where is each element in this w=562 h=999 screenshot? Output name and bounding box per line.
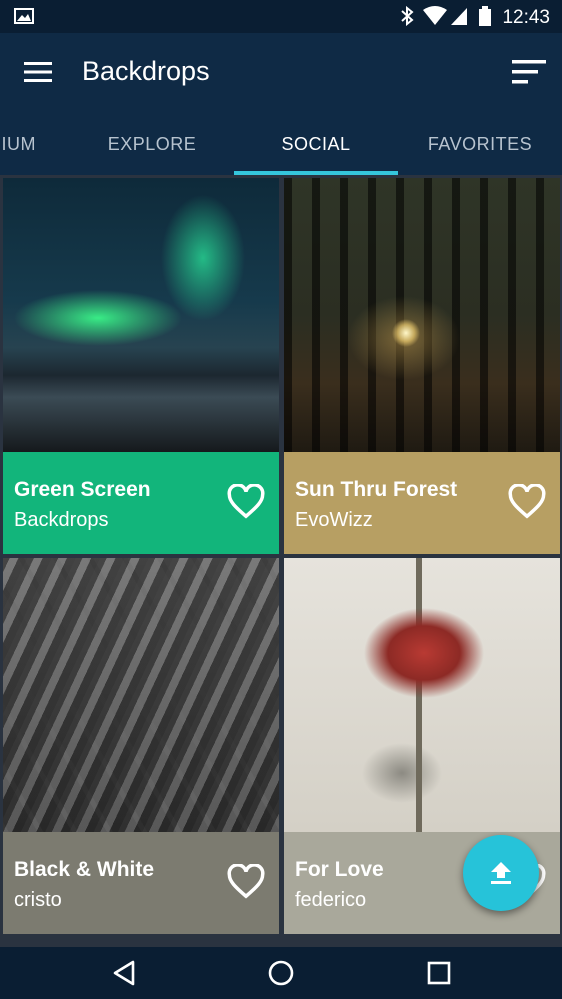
wallpaper-author: cristo bbox=[14, 889, 62, 911]
heart-icon[interactable] bbox=[227, 484, 265, 520]
wallpaper-image bbox=[3, 178, 279, 452]
sort-icon[interactable] bbox=[512, 59, 546, 85]
wallpaper-name: Black & White bbox=[14, 858, 155, 881]
bluetooth-icon bbox=[401, 6, 414, 26]
card-caption: Green Screen Backdrops bbox=[3, 452, 279, 554]
wallpaper-author: Backdrops bbox=[14, 509, 109, 531]
tab-social[interactable]: SOCIAL bbox=[234, 113, 398, 175]
status-time: 12:43 bbox=[502, 7, 550, 28]
navigation-bar bbox=[0, 947, 562, 999]
back-icon[interactable] bbox=[104, 953, 144, 993]
tab-label: IUM bbox=[1, 134, 36, 154]
heart-icon[interactable] bbox=[227, 864, 265, 900]
battery-icon bbox=[479, 6, 491, 26]
wallpaper-card[interactable]: Black & White cristo bbox=[3, 558, 279, 934]
menu-icon[interactable] bbox=[24, 61, 52, 83]
wifi-icon bbox=[423, 6, 447, 25]
wallpaper-name: For Love bbox=[295, 858, 384, 881]
wallpaper-card[interactable]: Sun Thru Forest EvoWizz bbox=[284, 178, 560, 554]
heart-icon[interactable] bbox=[508, 484, 546, 520]
upload-icon bbox=[491, 862, 511, 884]
recents-icon[interactable] bbox=[419, 953, 459, 993]
app-bar: Backdrops bbox=[0, 33, 562, 113]
app-title: Backdrops bbox=[82, 56, 210, 86]
tab-label: EXPLORE bbox=[107, 133, 197, 154]
tab-premium[interactable]: IUM bbox=[0, 113, 36, 175]
tab-explore[interactable]: EXPLORE bbox=[70, 113, 234, 175]
tab-bar: IUM EXPLORE SOCIAL FAVORITES bbox=[0, 113, 562, 175]
upload-button[interactable] bbox=[463, 835, 539, 911]
tab-label: FAVORITES bbox=[427, 133, 533, 154]
wallpaper-author: EvoWizz bbox=[295, 509, 373, 531]
wallpaper-image bbox=[3, 558, 279, 832]
wallpaper-image bbox=[284, 178, 560, 452]
wallpaper-name: Green Screen bbox=[14, 478, 151, 501]
wallpaper-name: Sun Thru Forest bbox=[295, 478, 458, 501]
home-icon[interactable] bbox=[261, 953, 301, 993]
card-caption: Sun Thru Forest EvoWizz bbox=[284, 452, 560, 554]
status-bar: 12:43 bbox=[0, 0, 562, 33]
wallpaper-card[interactable]: Green Screen Backdrops bbox=[3, 178, 279, 554]
card-caption: Black & White cristo bbox=[3, 832, 279, 934]
tab-label: SOCIAL bbox=[281, 133, 351, 154]
image-icon bbox=[14, 8, 34, 24]
wallpaper-author: federico bbox=[295, 889, 367, 911]
wallpaper-grid: Green Screen Backdrops Sun Thru Forest E… bbox=[0, 175, 562, 947]
wallpaper-image bbox=[284, 558, 560, 832]
tab-favorites[interactable]: FAVORITES bbox=[398, 113, 562, 175]
cell-signal-icon bbox=[451, 8, 467, 25]
